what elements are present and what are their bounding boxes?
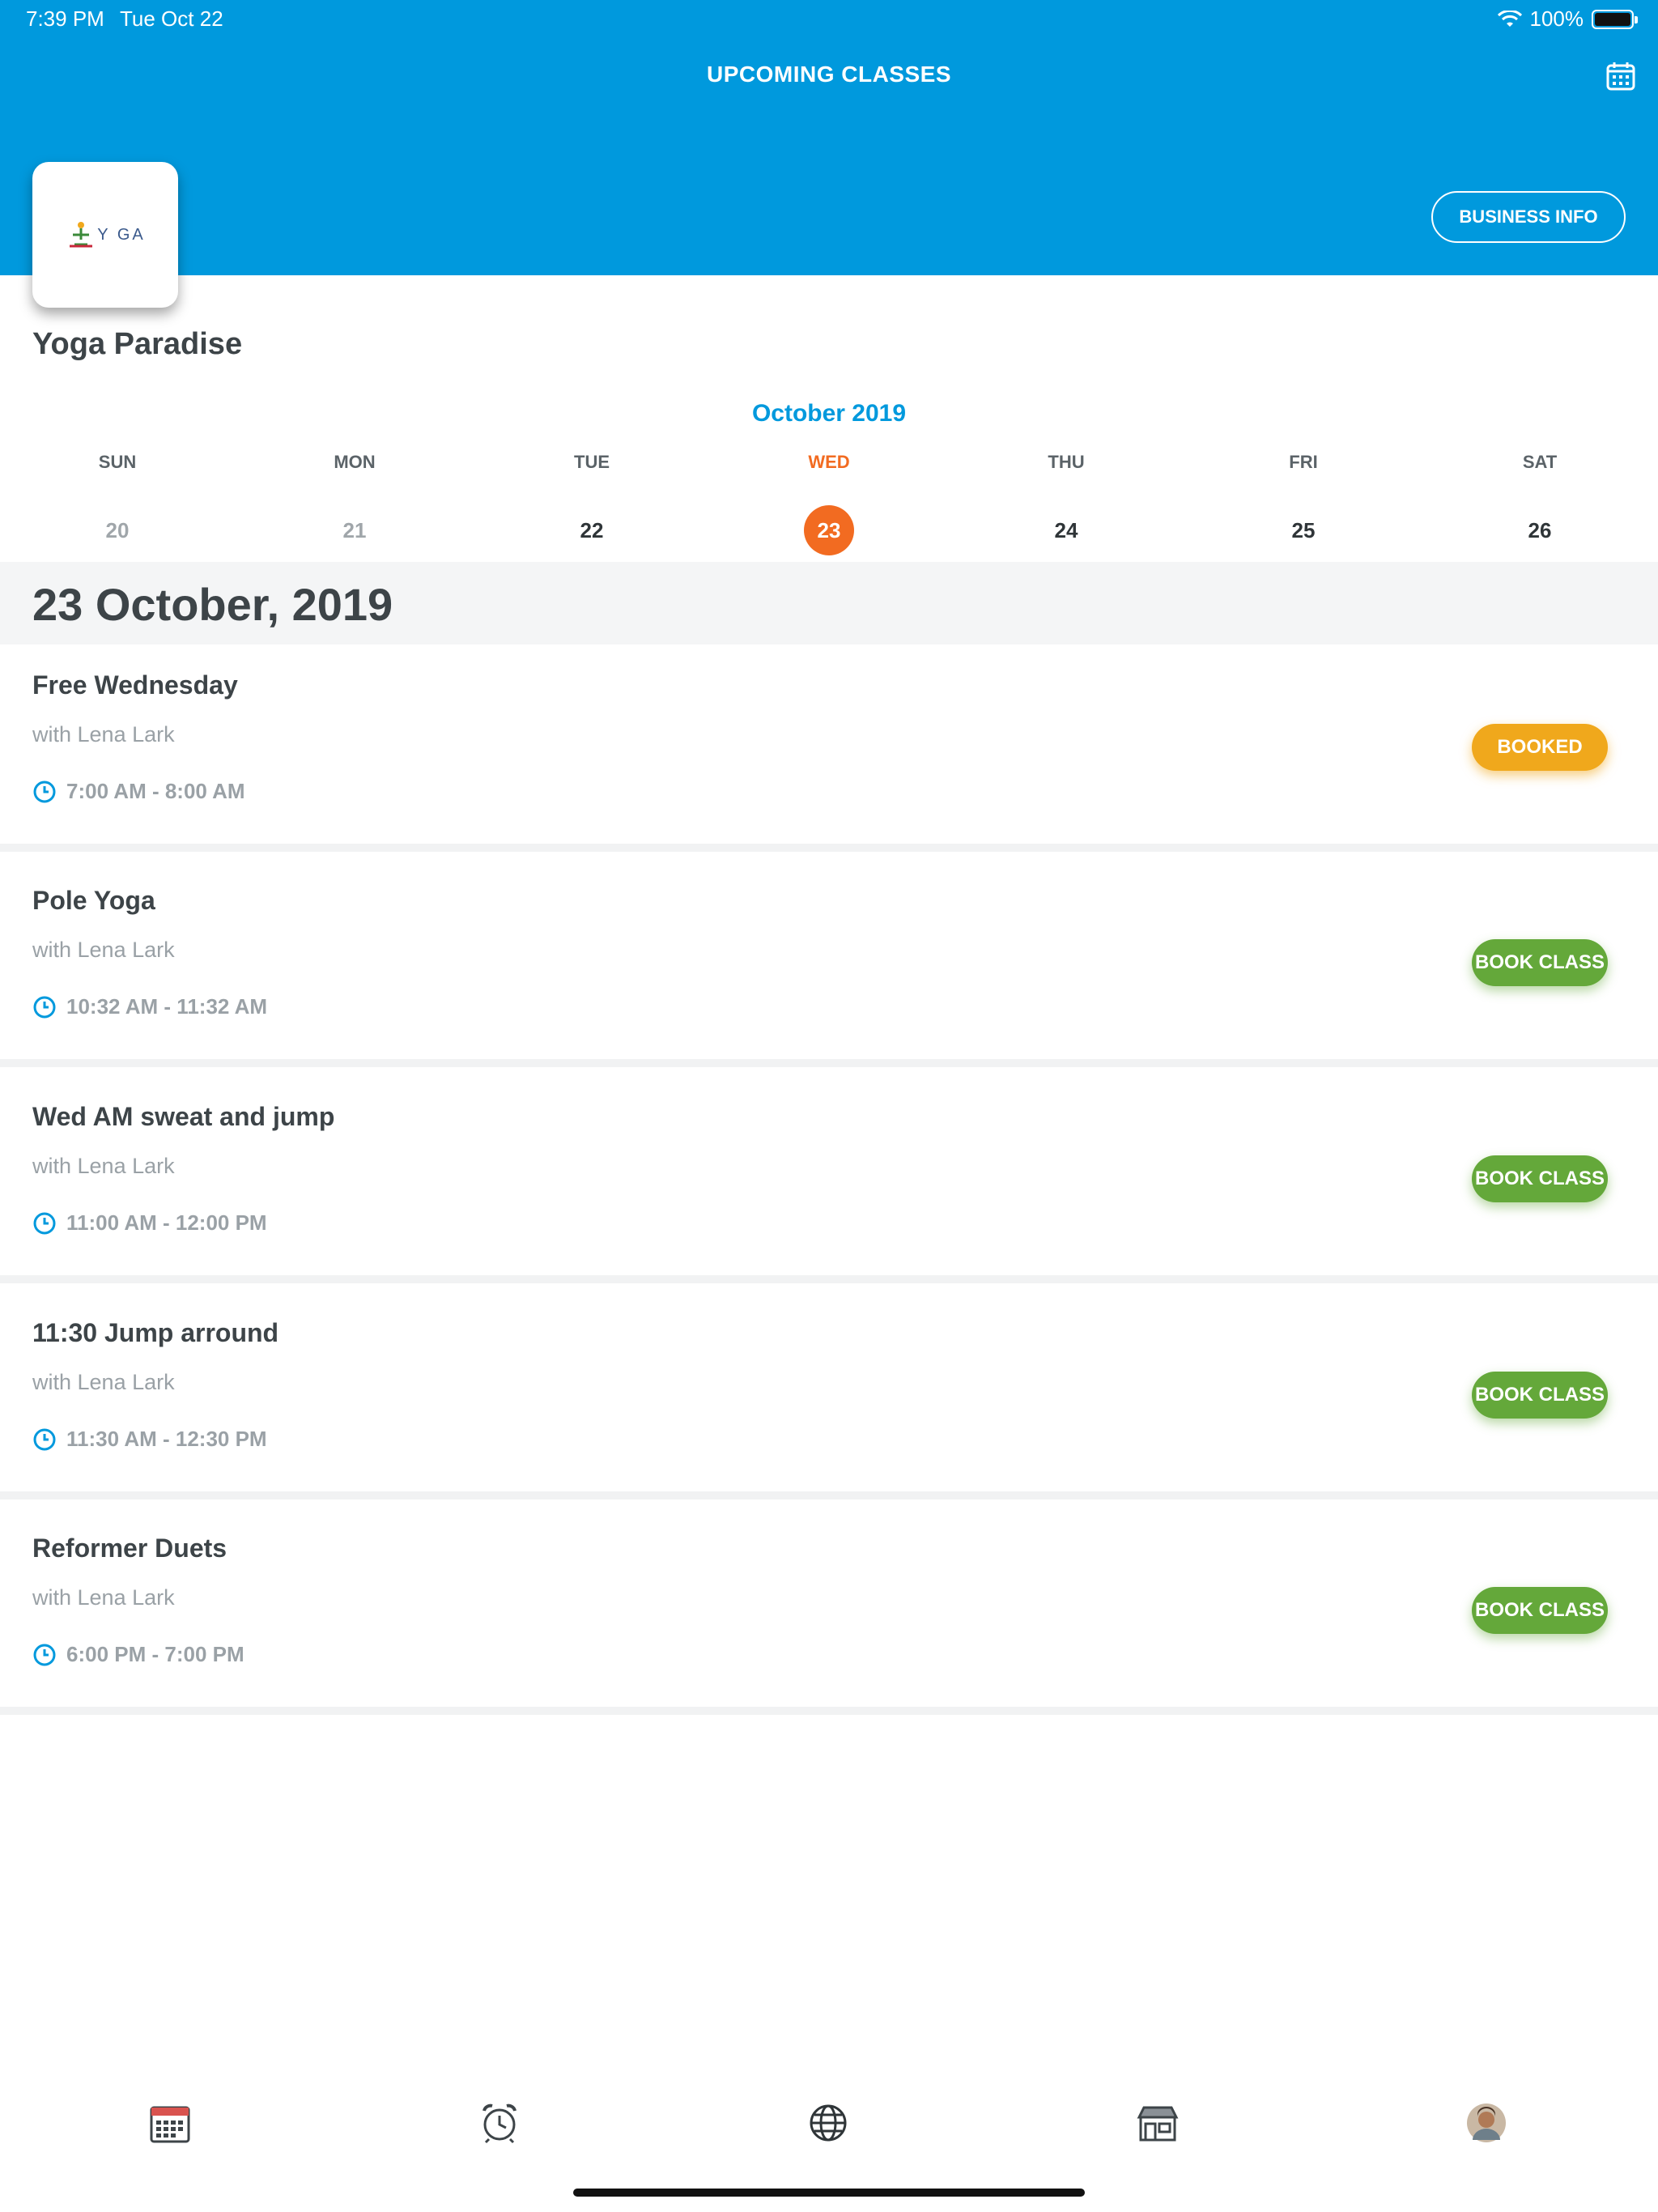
page-title: UPCOMING CLASSES <box>706 62 952 87</box>
calendar-icon <box>150 2106 190 2143</box>
day-number: 26 <box>1528 517 1552 542</box>
book-class-button[interactable]: BOOK CLASS <box>1472 939 1608 986</box>
globe-icon <box>810 2104 847 2142</box>
class-instructor: with Lena Lark <box>32 722 175 747</box>
day-name: SUN <box>98 452 137 472</box>
status-bar: 7:39 PM Tue Oct 22 100% <box>0 0 1658 39</box>
class-name: 11:30 Jump arround <box>32 1318 279 1347</box>
tab-store[interactable] <box>1133 2099 1182 2147</box>
clock-icon <box>33 781 56 802</box>
class-name: Free Wednesday <box>32 670 238 700</box>
yoga-figure-icon <box>70 222 93 248</box>
class-time: 11:30 AM - 12:30 PM <box>66 1427 267 1451</box>
booked-button[interactable]: BOOKED <box>1472 724 1608 771</box>
profile-avatar <box>1467 2104 1506 2142</box>
class-instructor: with Lena Lark <box>32 1154 175 1178</box>
day-number: 20 <box>105 517 130 542</box>
day-number: 21 <box>342 517 367 542</box>
day-sat[interactable]: SAT 26 <box>1459 452 1621 555</box>
day-mon[interactable]: MON 21 <box>274 452 436 555</box>
class-time-row: 7:00 AM - 8:00 AM <box>32 779 245 804</box>
day-thu[interactable]: THU 24 <box>985 452 1147 555</box>
day-fri[interactable]: FRI 25 <box>1222 452 1384 555</box>
day-name: SAT <box>1522 452 1558 472</box>
alarm-clock-icon <box>483 2104 517 2144</box>
selected-day-number: 23 <box>748 505 910 555</box>
class-time-row: 11:30 AM - 12:30 PM <box>32 1427 267 1452</box>
selected-date-heading: 23 October, 2019 <box>32 579 393 630</box>
tab-explore[interactable] <box>804 2099 852 2147</box>
status-time: 7:39 PM <box>26 6 104 31</box>
clock-icon <box>33 1212 56 1234</box>
tab-profile[interactable] <box>1462 2099 1511 2147</box>
class-time-row: 11:00 AM - 12:00 PM <box>32 1210 267 1236</box>
day-sun[interactable]: SUN 20 <box>36 452 198 555</box>
day-tue[interactable]: TUE 22 <box>511 452 673 555</box>
class-card[interactable]: Pole Yoga with Lena Lark 10:32 AM - 11:3… <box>0 860 1658 1067</box>
clock-icon <box>33 1644 56 1665</box>
business-logo: Y GA <box>32 162 178 308</box>
class-name: Wed AM sweat and jump <box>32 1102 335 1131</box>
class-card[interactable]: Reformer Duets with Lena Lark 6:00 PM - … <box>0 1508 1658 1715</box>
day-number: 24 <box>1054 517 1078 542</box>
tab-bar <box>0 2089 1658 2170</box>
selected-date-band: 23 October, 2019 <box>0 562 1658 644</box>
book-class-button[interactable]: BOOK CLASS <box>1472 1372 1608 1419</box>
class-time-row: 6:00 PM - 7:00 PM <box>32 1642 244 1667</box>
status-right: 100% <box>1497 6 1638 32</box>
status-date: Tue Oct 22 <box>120 6 223 31</box>
book-class-button[interactable]: BOOK CLASS <box>1472 1155 1608 1202</box>
clock-icon <box>33 1428 56 1450</box>
class-card[interactable]: 11:30 Jump arround with Lena Lark 11:30 … <box>0 1292 1658 1499</box>
class-time: 7:00 AM - 8:00 AM <box>66 779 245 803</box>
day-name: MON <box>334 452 376 472</box>
day-name: WED <box>808 452 850 472</box>
month-label: October 2019 <box>751 400 907 427</box>
home-indicator <box>573 2189 1085 2197</box>
class-name: Reformer Duets <box>32 1534 227 1563</box>
class-card[interactable]: Free Wednesday with Lena Lark 7:00 AM - … <box>0 644 1658 852</box>
tab-calendar[interactable] <box>146 2099 194 2147</box>
tab-alarm[interactable] <box>475 2099 524 2147</box>
business-info-button[interactable]: BUSINESS INFO <box>1431 191 1626 243</box>
logo-text: Y GA <box>97 225 146 244</box>
clock-icon <box>33 996 56 1018</box>
business-name: Yoga Paradise <box>32 327 243 361</box>
day-name: FRI <box>1289 452 1318 472</box>
wifi-icon <box>1497 10 1522 27</box>
battery-icon <box>1592 9 1638 29</box>
class-name: Pole Yoga <box>32 886 155 915</box>
day-number: 25 <box>1291 517 1316 542</box>
class-card[interactable]: Wed AM sweat and jump with Lena Lark 11:… <box>0 1076 1658 1283</box>
day-name: THU <box>1048 452 1085 472</box>
class-instructor: with Lena Lark <box>32 1585 175 1610</box>
battery-percent: 100% <box>1529 6 1584 31</box>
class-time: 11:00 AM - 12:00 PM <box>66 1210 267 1235</box>
class-instructor: with Lena Lark <box>32 1370 175 1394</box>
day-name: TUE <box>574 452 610 472</box>
day-number: 22 <box>580 517 604 542</box>
store-icon <box>1137 2106 1179 2142</box>
header-bar: 7:39 PM Tue Oct 22 100% UPCOMING CLASSES… <box>0 0 1658 275</box>
class-time-row: 10:32 AM - 11:32 AM <box>32 994 267 1019</box>
day-wed[interactable]: WED 23 <box>748 452 910 555</box>
class-time: 10:32 AM - 11:32 AM <box>66 994 268 1019</box>
calendar-icon[interactable] <box>1605 60 1637 92</box>
class-instructor: with Lena Lark <box>32 938 175 962</box>
book-class-button[interactable]: BOOK CLASS <box>1472 1587 1608 1634</box>
class-time: 6:00 PM - 7:00 PM <box>66 1642 244 1666</box>
